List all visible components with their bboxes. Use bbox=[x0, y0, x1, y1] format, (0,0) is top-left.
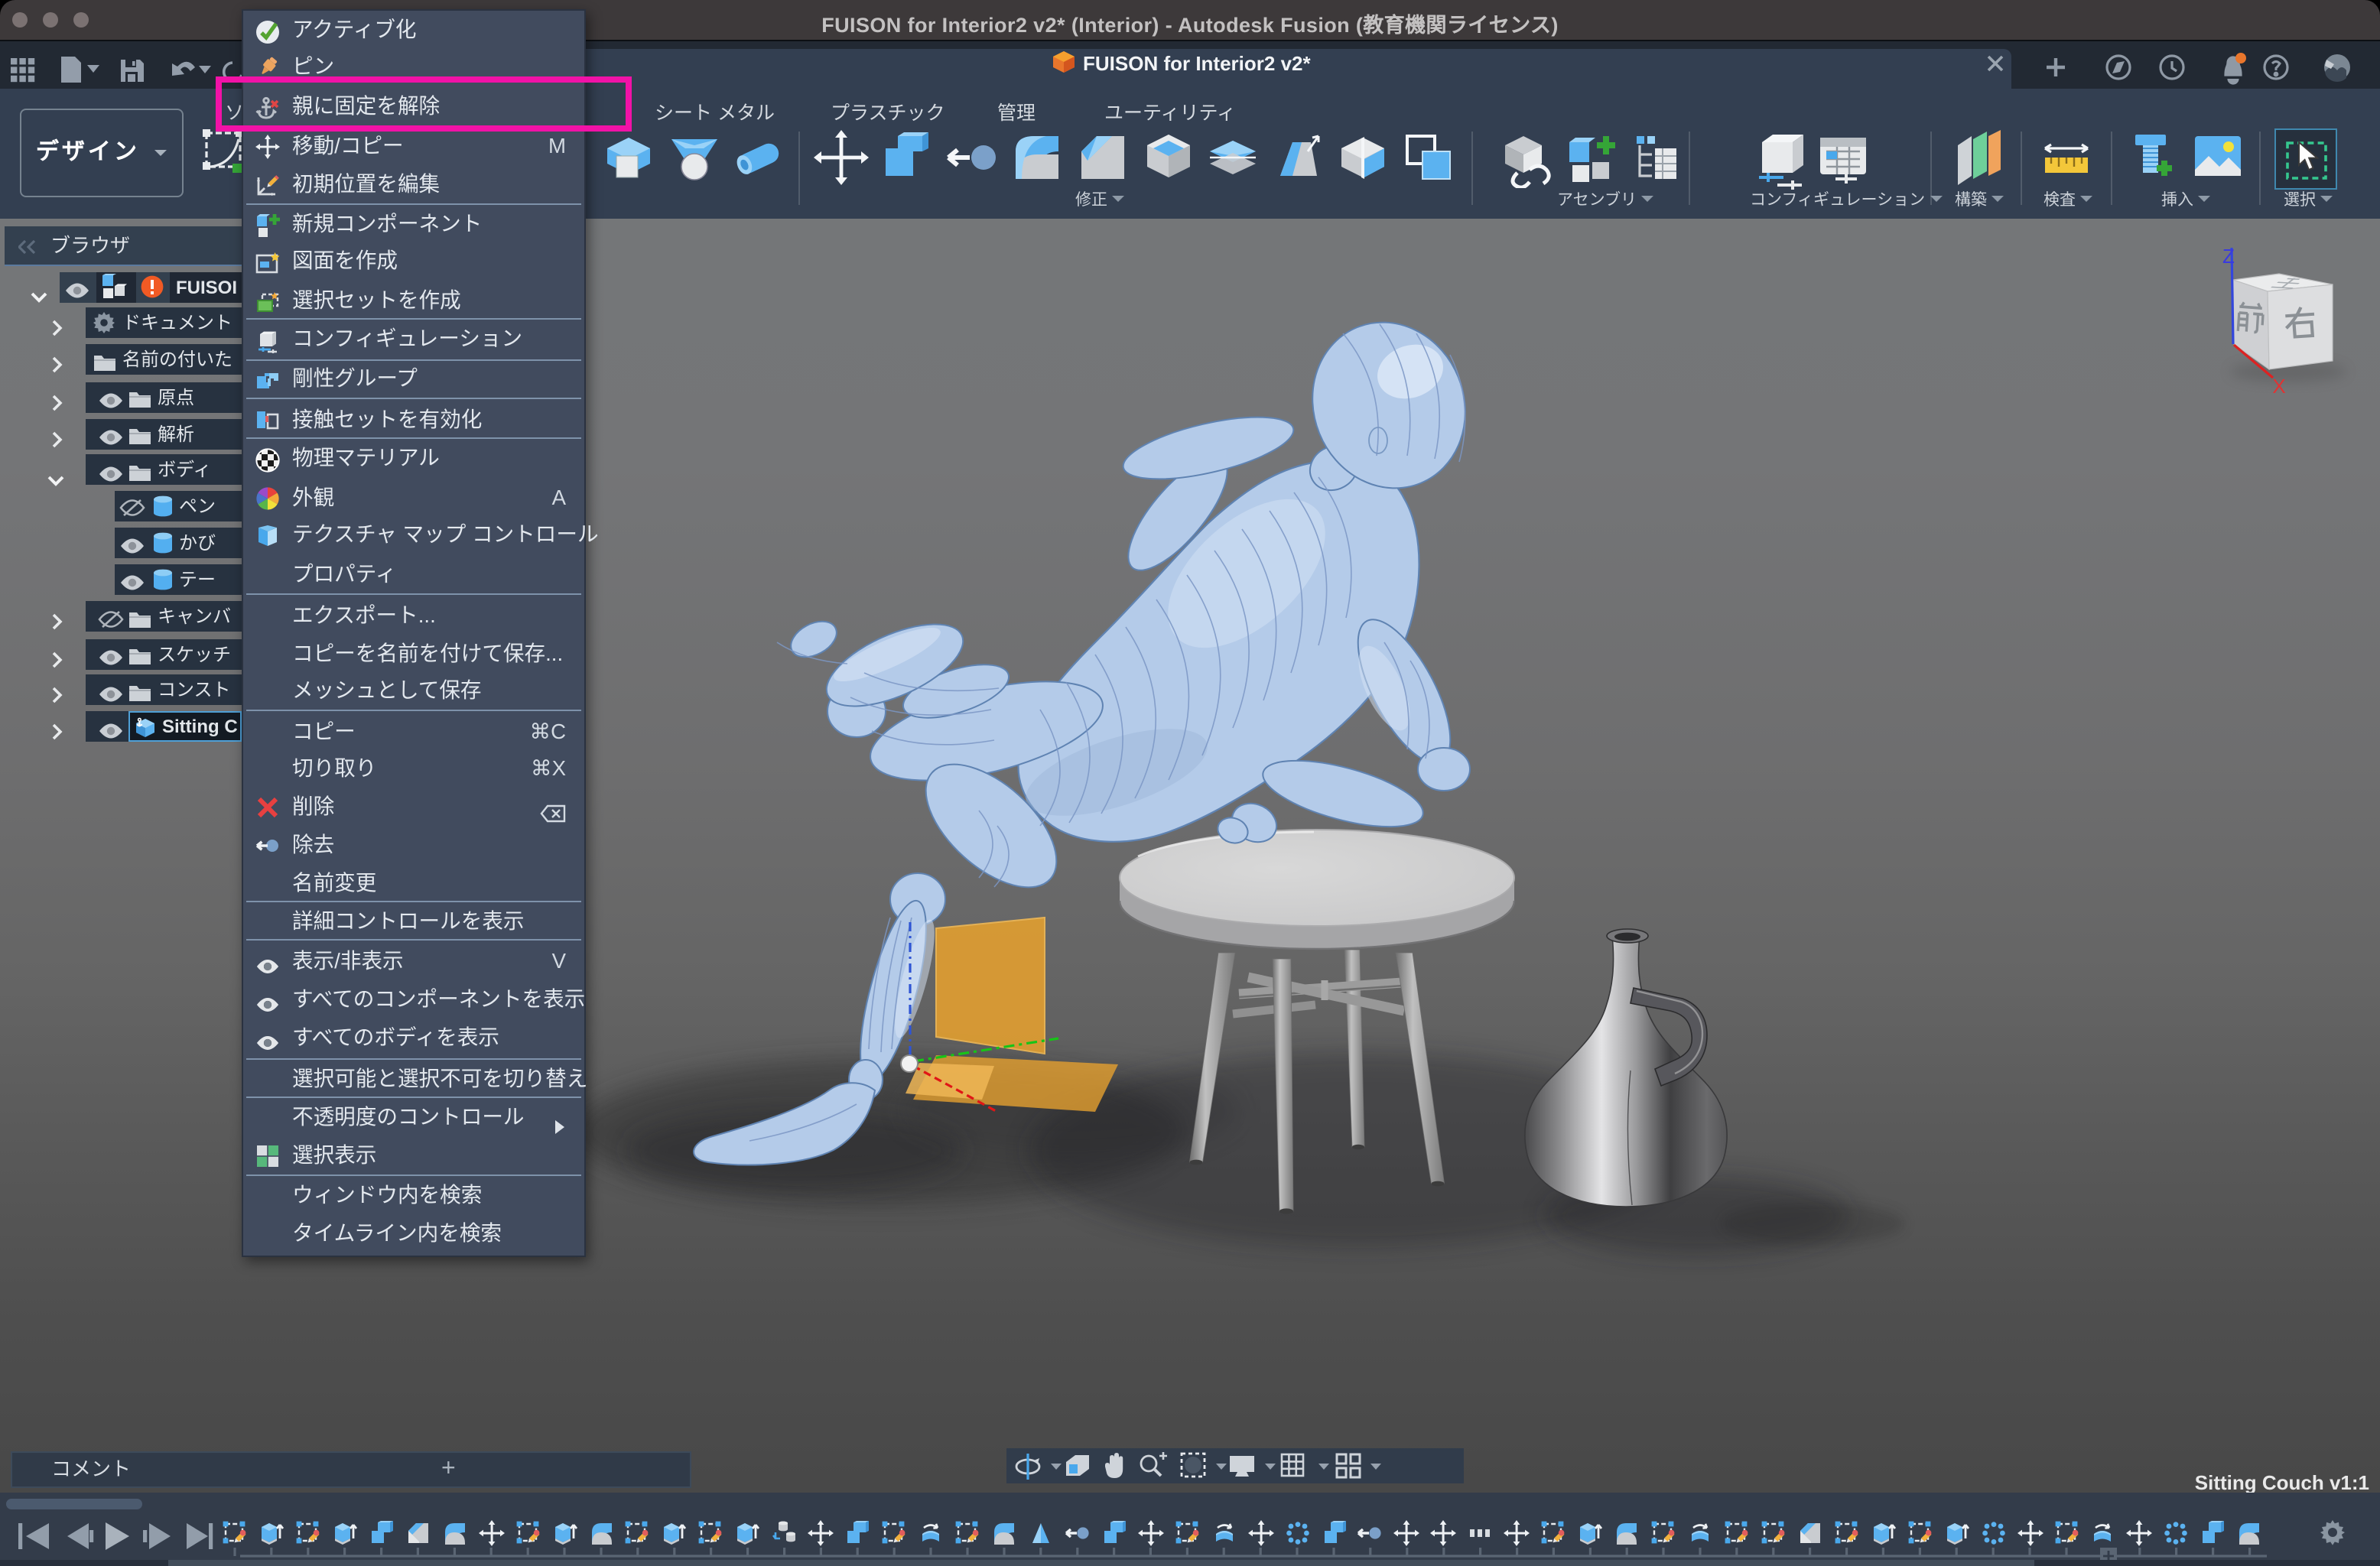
svg-text:X: X bbox=[2272, 375, 2285, 398]
svg-text:Z: Z bbox=[2222, 245, 2235, 268]
